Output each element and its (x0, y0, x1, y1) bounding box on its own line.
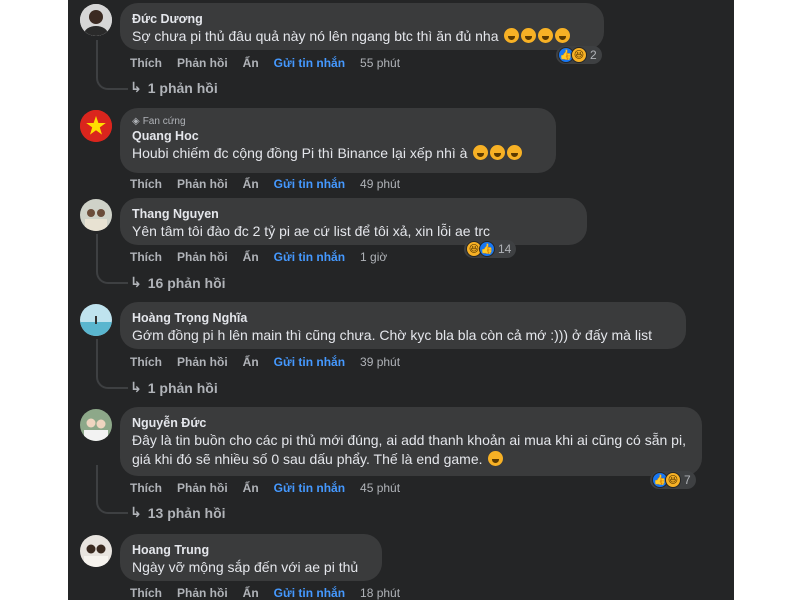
comment-bubble: Hoang Trung Ngày vỡ mộng sắp đến với ae … (120, 534, 382, 581)
comment-author[interactable]: Quang Hoc (132, 128, 544, 144)
like-button[interactable]: Thích (130, 250, 162, 264)
send-message-button[interactable]: Gửi tin nhắn (274, 481, 345, 495)
comment-bubble: Đức Dương Sợ chưa pi thủ đâu quả này nó … (120, 3, 604, 50)
thread-line (96, 339, 128, 389)
view-replies-button[interactable]: ↳ 13 phản hồi (130, 504, 226, 521)
send-message-button[interactable]: Gửi tin nhắn (274, 355, 345, 369)
comment-bubble: ◈ Fan cứng Quang Hoc Houbi chiếm đc cộng… (120, 108, 556, 173)
comment-author[interactable]: Nguyễn Đức (132, 415, 690, 431)
laugh-emoji (488, 451, 504, 466)
avatar[interactable] (80, 110, 112, 142)
hide-button[interactable]: Ẩn (243, 177, 259, 191)
comment-text: Houbi chiếm đc cộng đồng Pi thì Binance … (132, 144, 544, 163)
hide-button[interactable]: Ẩn (243, 56, 259, 70)
comment-author[interactable]: Hoang Trung (132, 542, 370, 558)
reply-button[interactable]: Phản hồi (177, 56, 228, 70)
comment-timestamp[interactable]: 1 giờ (360, 250, 387, 264)
comment-actions: Thích Phản hồi Ẩn Gửi tin nhắn 45 phút (130, 481, 415, 495)
thread-line (96, 40, 128, 90)
comment-actions: Thích Phản hồi Ẩn Gửi tin nhắn 55 phút (130, 56, 415, 70)
laugh-emoji (538, 28, 554, 43)
comment-bubble: Thang Nguyen Yên tâm tôi đào đc 2 tỷ pi … (120, 198, 587, 245)
comment-timestamp[interactable]: 45 phút (360, 481, 400, 495)
reply-button[interactable]: Phản hồi (177, 177, 228, 191)
comment-timestamp[interactable]: 18 phút (360, 586, 400, 600)
avatar[interactable] (80, 535, 112, 567)
reply-button[interactable]: Phản hồi (177, 586, 228, 600)
comment-text: Đây là tin buồn cho các pi thủ mới đúng,… (132, 432, 686, 467)
avatar[interactable] (80, 409, 112, 441)
replies-count: 1 phản hồi (147, 379, 218, 396)
avatar[interactable] (80, 304, 112, 336)
replies-count: 1 phản hồi (147, 79, 218, 96)
avatar[interactable] (80, 199, 112, 231)
laugh-emoji (473, 145, 489, 160)
avatar[interactable] (80, 4, 112, 36)
reply-button[interactable]: Phản hồi (177, 355, 228, 369)
replies-count: 13 phản hồi (147, 504, 226, 521)
comment-actions: Thích Phản hồi Ẩn Gửi tin nhắn 18 phút (130, 586, 415, 600)
laugh-emoji (490, 145, 506, 160)
like-button[interactable]: Thích (130, 355, 162, 369)
thread-line (96, 234, 128, 284)
reply-button[interactable]: Phản hồi (177, 481, 228, 495)
send-message-button[interactable]: Gửi tin nhắn (274, 177, 345, 191)
reply-button[interactable]: Phản hồi (177, 250, 228, 264)
reaction-count: 2 (590, 48, 597, 62)
badge-label: Fan cứng (142, 116, 186, 127)
reaction-count: 7 (684, 473, 691, 487)
reaction-summary[interactable]: 👍 😆 2 (556, 46, 602, 64)
haha-reaction-icon: 😆 (665, 472, 681, 488)
like-button[interactable]: Thích (130, 586, 162, 600)
comment-author[interactable]: Đức Dương (132, 11, 592, 27)
hide-button[interactable]: Ẩn (243, 355, 259, 369)
diamond-icon: ◈ (132, 116, 140, 127)
comments-panel: Đức Dương Sợ chưa pi thủ đâu quả này nó … (68, 0, 734, 600)
comment-author[interactable]: Hoàng Trọng Nghĩa (132, 310, 674, 326)
reply-arrow-icon: ↳ (130, 379, 142, 395)
reaction-summary[interactable]: 😆 👍 14 (464, 240, 517, 258)
comment-bubble: Nguyễn Đức Đây là tin buồn cho các pi th… (120, 407, 702, 476)
reply-arrow-icon: ↳ (130, 274, 142, 290)
comment-actions: Thích Phản hồi Ẩn Gửi tin nhắn 49 phút (130, 177, 415, 191)
send-message-button[interactable]: Gửi tin nhắn (274, 586, 345, 600)
hide-button[interactable]: Ẩn (243, 586, 259, 600)
send-message-button[interactable]: Gửi tin nhắn (274, 56, 345, 70)
comment-actions: Thích Phản hồi Ẩn Gửi tin nhắn 39 phút (130, 355, 415, 369)
send-message-button[interactable]: Gửi tin nhắn (274, 250, 345, 264)
replies-count: 16 phản hồi (147, 274, 226, 291)
view-replies-button[interactable]: ↳ 16 phản hồi (130, 274, 226, 291)
reaction-summary[interactable]: 👍 😆 7 (650, 471, 696, 489)
like-button[interactable]: Thích (130, 56, 162, 70)
comment-timestamp[interactable]: 39 phút (360, 355, 400, 369)
comment-text: Sợ chưa pi thủ đâu quả này nó lên ngang … (132, 27, 592, 46)
view-replies-button[interactable]: ↳ 1 phản hồi (130, 379, 218, 396)
view-replies-button[interactable]: ↳ 1 phản hồi (130, 79, 218, 96)
reply-arrow-icon: ↳ (130, 79, 142, 95)
hide-button[interactable]: Ẩn (243, 481, 259, 495)
comment-actions: Thích Phản hồi Ẩn Gửi tin nhắn 1 giờ (130, 250, 402, 264)
comment-bubble: Hoàng Trọng Nghĩa Gớm đồng pi h lên main… (120, 302, 686, 349)
hide-button[interactable]: Ẩn (243, 250, 259, 264)
comment-text: Ngày vỡ mộng sắp đến với ae pi thủ (132, 559, 359, 575)
comment-text: Gớm đồng pi h lên main thì cũng chưa. Ch… (132, 327, 652, 343)
laugh-emoji (504, 28, 520, 43)
fan-badge: ◈ Fan cứng (132, 115, 544, 128)
like-reaction-icon: 👍 (479, 241, 495, 257)
comment-timestamp[interactable]: 55 phút (360, 56, 400, 70)
reaction-count: 14 (498, 242, 512, 256)
comment-author[interactable]: Thang Nguyen (132, 206, 575, 222)
haha-reaction-icon: 😆 (571, 47, 587, 63)
laugh-emoji (555, 28, 571, 43)
reply-arrow-icon: ↳ (130, 504, 142, 520)
like-button[interactable]: Thích (130, 177, 162, 191)
thread-line (96, 465, 128, 514)
like-button[interactable]: Thích (130, 481, 162, 495)
comment-timestamp[interactable]: 49 phút (360, 177, 400, 191)
laugh-emoji (521, 28, 537, 43)
comment-text: Yên tâm tôi đào đc 2 tỷ pi ae cứ list để… (132, 223, 490, 239)
laugh-emoji (507, 145, 523, 160)
